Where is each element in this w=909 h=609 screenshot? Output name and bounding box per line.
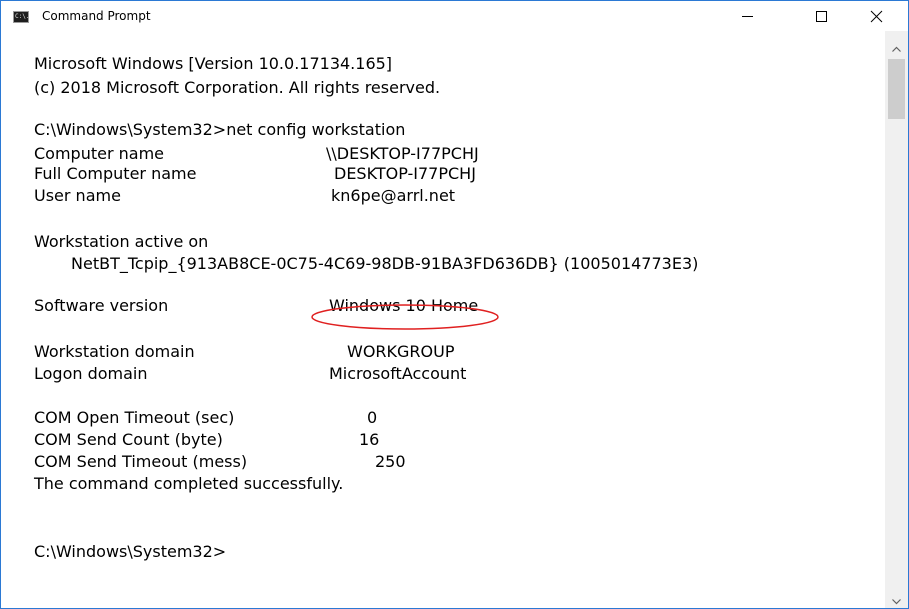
com-open-timeout-value: 0	[367, 408, 378, 427]
scroll-down-arrow-icon	[892, 599, 901, 605]
scroll-thumb[interactable]	[888, 59, 905, 119]
scroll-up-arrow-icon	[892, 46, 901, 52]
com-send-count-label: COM Send Count (byte)	[34, 430, 223, 449]
logon-domain-value: MicrosoftAccount	[329, 364, 467, 383]
user-name-value: kn6pe@arrl.net	[331, 186, 456, 205]
active-on-value: NetBT_Tcpip_{913AB8CE-0C75-4C69-98DB-91B…	[71, 254, 699, 273]
window-title: Command Prompt	[42, 9, 151, 23]
highlight-ellipse	[311, 304, 499, 330]
minimize-icon	[742, 16, 753, 17]
com-open-timeout-label: COM Open Timeout (sec)	[34, 408, 235, 427]
logon-domain-label: Logon domain	[34, 364, 148, 383]
workstation-domain-value: WORKGROUP	[347, 342, 455, 361]
com-send-timeout-label: COM Send Timeout (mess)	[34, 452, 248, 471]
completion-message: The command completed successfully.	[34, 474, 344, 493]
active-on-label: Workstation active on	[34, 232, 209, 251]
computer-name-value: \\DESKTOP-I77PCHJ	[326, 144, 479, 163]
close-button[interactable]	[853, 1, 899, 31]
user-name-label: User name	[34, 186, 121, 205]
final-prompt: C:\Windows\System32>	[34, 542, 227, 561]
computer-name-label: Computer name	[34, 144, 164, 163]
maximize-icon	[816, 11, 827, 22]
vertical-scrollbar[interactable]	[885, 31, 908, 608]
com-send-count-value: 16	[359, 430, 380, 449]
title-bar[interactable]: C:\. Command Prompt	[1, 1, 908, 31]
software-version-label: Software version	[34, 296, 169, 315]
scroll-up-button[interactable]	[885, 41, 908, 58]
banner-copyright: (c) 2018 Microsoft Corporation. All righ…	[34, 78, 441, 97]
com-send-timeout-value: 250	[375, 452, 406, 471]
command-prompt-window: C:\. Command Prompt Microsoft Windows [V…	[0, 0, 909, 609]
full-computer-name-label: Full Computer name	[34, 164, 197, 183]
minimize-button[interactable]	[724, 1, 770, 31]
cmd-icon[interactable]: C:\.	[13, 11, 29, 23]
workstation-domain-label: Workstation domain	[34, 342, 195, 361]
close-icon	[870, 10, 883, 23]
maximize-button[interactable]	[798, 1, 844, 31]
full-computer-name-value: DESKTOP-I77PCHJ	[334, 164, 476, 183]
command-line: C:\Windows\System32>net config workstati…	[34, 120, 406, 139]
scroll-down-button[interactable]	[885, 593, 908, 608]
banner-version: Microsoft Windows [Version 10.0.17134.16…	[34, 54, 393, 73]
